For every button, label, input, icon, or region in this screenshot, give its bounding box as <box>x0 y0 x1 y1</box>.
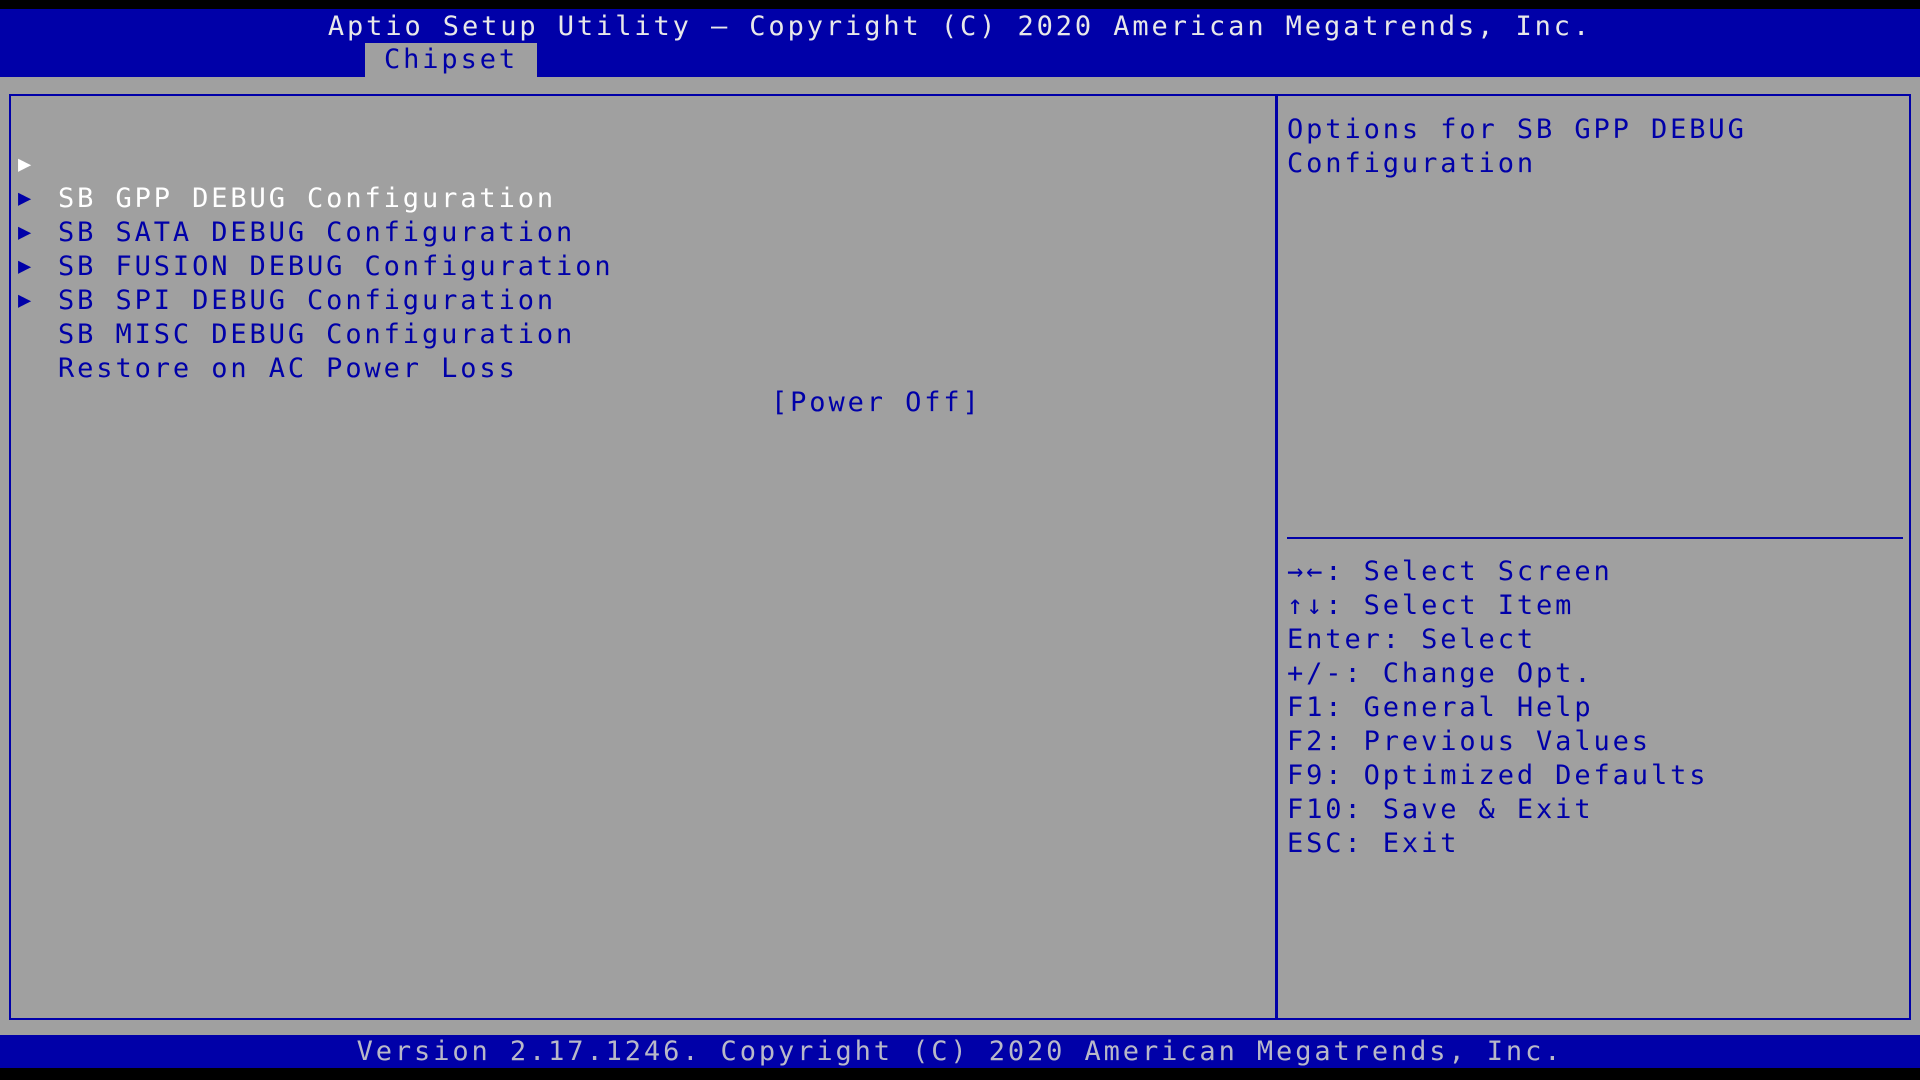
key-esc-exit: ESC: Exit <box>1287 828 1460 859</box>
tab-chipset[interactable]: Chipset <box>365 43 537 77</box>
menu-item-sb-misc-debug[interactable]: ▶ SB MISC DEBUG Configuration <box>11 250 572 350</box>
settings-panel: ▶ SB GPP DEBUG Configuration ▶ SB SATA D… <box>11 96 1275 1018</box>
setting-label: Restore on AC Power Loss <box>58 353 518 384</box>
key-select-screen: →←: Select Screen <box>1287 556 1613 587</box>
menu-item-label: SB SPI DEBUG Configuration <box>58 285 557 316</box>
key-optimized-defaults: F9: Optimized Defaults <box>1287 760 1709 791</box>
help-separator <box>1287 537 1903 539</box>
panel-divider <box>1275 96 1278 1018</box>
key-legend: →←: Select Screen ↑↓: Select Item Enter:… <box>1287 555 1708 861</box>
submenu-arrow-icon: ▶ <box>18 288 32 313</box>
header-bar: Aptio Setup Utility – Copyright (C) 2020… <box>0 9 1920 77</box>
key-general-help: F1: General Help <box>1287 692 1594 723</box>
menu-item-label: SB SATA DEBUG Configuration <box>58 217 576 248</box>
setting-value[interactable]: [Power Off] <box>771 386 982 420</box>
key-enter-select: Enter: Select <box>1287 624 1537 655</box>
key-select-item: ↑↓: Select Item <box>1287 590 1575 621</box>
key-change-opt: +/-: Change Opt. <box>1287 658 1594 689</box>
menu-item-label: SB GPP DEBUG Configuration <box>58 183 557 214</box>
setting-restore-ac-power-loss[interactable]: Restore on AC Power Loss [Power Off] <box>11 318 1211 418</box>
footer-version: Version 2.17.1246. Copyright (C) 2020 Am… <box>0 1035 1920 1068</box>
app-title: Aptio Setup Utility – Copyright (C) 2020… <box>327 11 1593 42</box>
main-frame: ▶ SB GPP DEBUG Configuration ▶ SB SATA D… <box>9 94 1911 1020</box>
menu-item-sb-gpp-debug[interactable]: ▶ SB GPP DEBUG Configuration <box>11 114 553 214</box>
menu-item-sb-sata-debug[interactable]: ▶ SB SATA DEBUG Configuration <box>11 148 572 248</box>
help-text: Options for SB GPP DEBUG Configuration <box>1287 114 1766 179</box>
menu-item-label: SB FUSION DEBUG Configuration <box>58 251 614 282</box>
menu-item-sb-spi-debug[interactable]: ▶ SB SPI DEBUG Configuration <box>11 216 553 316</box>
menu-item-sb-fusion-debug[interactable]: ▶ SB FUSION DEBUG Configuration <box>11 182 611 282</box>
key-save-exit: F10: Save & Exit <box>1287 794 1594 825</box>
key-previous-values: F2: Previous Values <box>1287 726 1651 757</box>
